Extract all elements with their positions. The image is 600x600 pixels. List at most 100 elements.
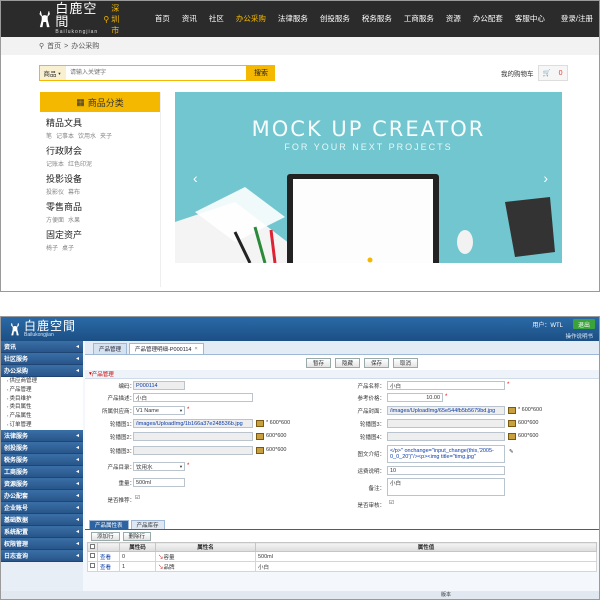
search-category-select[interactable]: 商品 ▼ — [40, 66, 66, 80]
shipping-field[interactable]: 10 — [387, 466, 505, 475]
breadcrumb-current[interactable]: 办公采购 — [71, 41, 99, 51]
add-row-button[interactable]: 添加行 — [91, 531, 120, 541]
nav-item[interactable]: 办公采购 — [230, 1, 272, 37]
site-logo[interactable]: 白鹿空間 Bailukongjian — [37, 3, 103, 35]
category-item[interactable]: 投影仪 — [46, 187, 64, 196]
cell-value[interactable]: 500ml — [255, 551, 597, 562]
nav-item[interactable]: 税务服务 — [356, 1, 398, 37]
img1-field[interactable]: /images/UploadImg/1b166a37e248536b.jpg — [133, 419, 253, 428]
sidebar-menu-item[interactable]: 日志查询 ◂ — [1, 549, 83, 562]
category-item[interactable]: 记事本 — [56, 131, 74, 140]
sidebar-menu-item[interactable]: 社区服务 ◂ — [1, 353, 83, 365]
category-group-title[interactable]: 行政财会 — [46, 144, 160, 157]
audit-checkbox[interactable]: ☑ — [389, 500, 394, 506]
cart-box[interactable]: 🛒 0 — [537, 65, 568, 81]
hero-banner[interactable]: MOCK UP CREATOR FOR YOUR NEXT PROJECTS ‹… — [175, 92, 562, 263]
category-item[interactable]: 桌子 — [62, 243, 74, 252]
checkbox[interactable] — [90, 543, 95, 549]
sidebar-menu-item[interactable]: 资讯 ◂ — [1, 341, 83, 353]
cell-name[interactable]: ↘容量 — [155, 551, 256, 562]
sidebar-menu-item[interactable]: 工商服务 ◂ — [1, 465, 83, 478]
remark-field[interactable]: 小白 — [387, 478, 505, 496]
category-select[interactable]: 饮用水 ▼ — [133, 462, 185, 471]
category-item[interactable]: 水果 — [68, 215, 80, 224]
checkbox[interactable] — [90, 553, 95, 558]
nav-item[interactable]: 法律服务 — [272, 1, 314, 37]
cell-code[interactable]: 0 — [119, 551, 156, 562]
nav-item[interactable]: 登录/注册 — [555, 1, 599, 37]
nav-item[interactable]: 资源 — [440, 1, 467, 37]
close-icon[interactable]: × — [194, 346, 197, 352]
nav-item[interactable]: 首页 — [149, 1, 176, 37]
manual-link[interactable]: 操作说明书 — [565, 332, 593, 340]
sidebar-menu-item[interactable]: 资源服务 ◂ — [1, 477, 83, 490]
sidebar-menu-item[interactable]: 法律服务 ◂ — [1, 429, 83, 442]
save-button[interactable]: 保存 — [364, 357, 390, 368]
nav-item[interactable]: 办公配套 — [467, 1, 509, 37]
intro-editor[interactable]: </p>" onchange="input_change(this,'2005-… — [387, 445, 505, 463]
exit-button[interactable]: 退出 — [573, 319, 595, 329]
name-field[interactable]: 小白 — [387, 381, 505, 390]
cell-link[interactable]: 查看 — [97, 561, 120, 572]
cover-field[interactable]: /images/UploadImg/65e544fb5b5679bd.jpg — [387, 406, 505, 415]
cell-code[interactable]: 1 — [119, 561, 156, 572]
tab-product-detail[interactable]: 产品管理明细-P000114 × — [129, 343, 204, 354]
image-upload-icon[interactable] — [508, 407, 516, 414]
sidebar-subitem[interactable]: 类目维护 — [7, 395, 83, 404]
img3b-field[interactable] — [387, 419, 505, 428]
sidebar-menu-item[interactable]: 办公采购 ◂ — [1, 365, 83, 377]
image-upload-icon[interactable] — [508, 433, 516, 440]
recommend-checkbox[interactable]: ☑ — [135, 495, 140, 501]
select-all-header[interactable] — [87, 542, 98, 552]
cart[interactable]: 我的购物车 🛒 0 — [501, 65, 568, 81]
sidebar-subitem[interactable]: 供应商管理 — [7, 377, 83, 386]
category-group-title[interactable]: 零售商品 — [46, 200, 160, 213]
sidebar-menu-item[interactable]: 系统配置 ◂ — [1, 525, 83, 538]
sidebar-menu-item[interactable]: 权限管理 ◂ — [1, 537, 83, 550]
hide-button[interactable]: 隐藏 — [334, 357, 360, 368]
nav-item[interactable]: 客服中心 — [509, 1, 551, 37]
tab-product-manage[interactable]: 产品管理 — [93, 343, 128, 354]
breadcrumb-home[interactable]: 首页 — [47, 41, 61, 51]
img4-field[interactable] — [387, 432, 505, 441]
nav-item[interactable]: 创投服务 — [314, 1, 356, 37]
sidebar-subitem[interactable]: 订单管理 — [7, 421, 83, 430]
view-link[interactable]: 查看 — [100, 565, 111, 571]
cell-value[interactable]: 小白 — [255, 561, 597, 572]
nav-item[interactable]: 社区 — [203, 1, 230, 37]
cell-link[interactable]: 查看 — [97, 551, 120, 562]
sidebar-menu-item[interactable]: 税务服务 ◂ — [1, 453, 83, 466]
delete-row-button[interactable]: 删除行 — [122, 531, 152, 541]
image-upload-icon[interactable] — [256, 433, 264, 440]
category-item[interactable]: 记账本 — [46, 159, 64, 168]
category-item[interactable]: 夹子 — [100, 131, 112, 140]
category-item[interactable]: 饮用水 — [78, 131, 96, 140]
sidebar-subitem[interactable]: 产品管理 — [7, 386, 83, 395]
search-button[interactable]: 搜索 — [247, 65, 275, 81]
row-select[interactable] — [87, 561, 98, 572]
sidebar-menu-item[interactable]: 创投服务 ◂ — [1, 441, 83, 454]
sidebar-menu-item[interactable]: 基础数据 ◂ — [1, 513, 83, 526]
img2-field[interactable] — [133, 432, 253, 441]
nav-item[interactable]: 工商服务 — [398, 1, 440, 37]
sidebar-subitem[interactable]: 产品属性 — [7, 412, 83, 421]
category-group-title[interactable]: 固定资产 — [46, 228, 160, 241]
img3-field[interactable] — [133, 446, 253, 455]
edit-icon[interactable]: ✎ — [509, 449, 514, 455]
image-upload-icon[interactable] — [508, 420, 516, 427]
sidebar-menu-item[interactable]: 企业账号 ◂ — [1, 501, 83, 514]
view-link[interactable]: 查看 — [100, 555, 111, 561]
image-upload-icon[interactable] — [256, 447, 264, 454]
sidebar-subitem[interactable]: 类目属性 — [7, 403, 83, 412]
desc-field[interactable]: 小白 — [133, 393, 253, 402]
category-group-title[interactable]: 精品文具 — [46, 116, 160, 129]
category-item[interactable]: 方便面 — [46, 215, 64, 224]
category-item[interactable]: 红色印泥 — [68, 159, 92, 168]
image-upload-icon[interactable] — [256, 420, 264, 427]
row-select[interactable] — [87, 551, 98, 562]
checkbox[interactable] — [90, 563, 95, 568]
category-item[interactable]: 幕布 — [68, 187, 80, 196]
table-row[interactable]: 查看 0 ↘容量 500ml — [87, 551, 597, 562]
price-field[interactable]: 10.00 — [387, 393, 443, 402]
cell-name[interactable]: ↘品牌 — [155, 561, 256, 572]
